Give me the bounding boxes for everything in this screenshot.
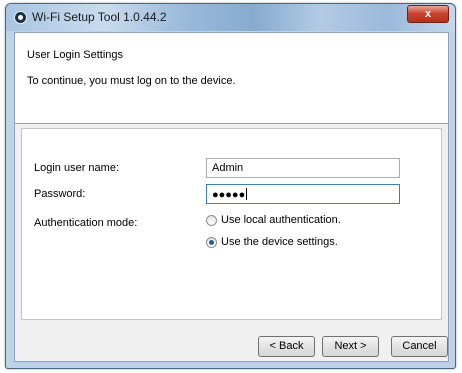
radio-device-icon[interactable]	[206, 237, 217, 248]
app-icon	[14, 11, 27, 24]
window-title: Wi-Fi Setup Tool 1.0.44.2	[32, 10, 167, 24]
setup-window: Wi-Fi Setup Tool 1.0.44.2 x User Login S…	[5, 3, 456, 369]
page-subtitle: To continue, you must log on to the devi…	[27, 75, 236, 87]
radio-local-icon[interactable]	[206, 215, 217, 226]
auth-mode-label: Authentication mode:	[34, 217, 138, 229]
password-field[interactable]: ●●●●●	[206, 184, 400, 204]
header-panel: User Login Settings To continue, you mus…	[15, 33, 448, 124]
dialog-body: User Login Settings To continue, you mus…	[14, 32, 449, 362]
auth-option-local-label: Use local authentication.	[221, 214, 341, 226]
text-caret	[246, 188, 248, 200]
back-button[interactable]: < Back	[258, 336, 315, 357]
auth-option-device-label: Use the device settings.	[221, 236, 338, 248]
login-form: Login user name: Admin Password: ●●●●● A…	[21, 128, 442, 320]
username-field[interactable]: Admin	[206, 158, 400, 178]
cancel-button[interactable]: Cancel	[391, 336, 448, 357]
page-title: User Login Settings	[27, 49, 123, 61]
title-bar[interactable]: Wi-Fi Setup Tool 1.0.44.2 x	[6, 4, 455, 31]
next-button[interactable]: Next >	[322, 336, 379, 357]
username-label: Login user name:	[34, 162, 119, 174]
close-button[interactable]: x	[407, 5, 449, 23]
password-label: Password:	[34, 188, 86, 200]
password-value: ●●●●●	[212, 189, 246, 201]
